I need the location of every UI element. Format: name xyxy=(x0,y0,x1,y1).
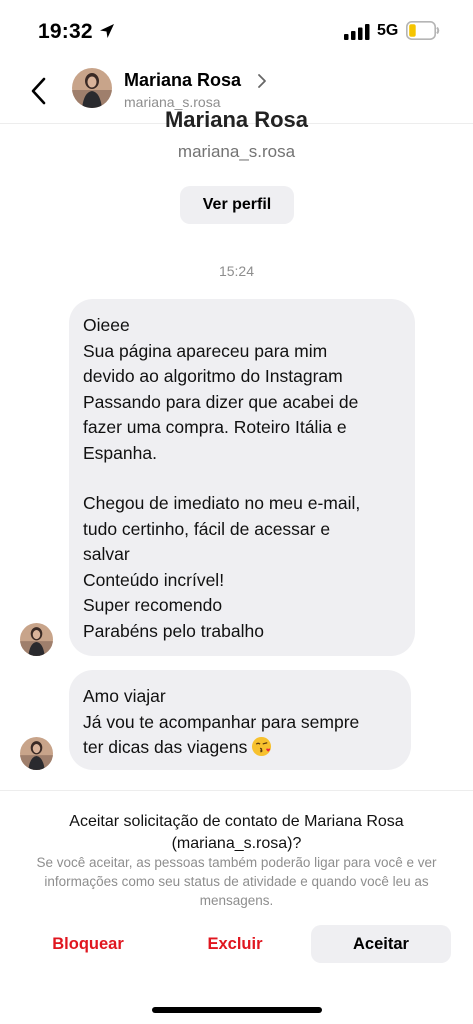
profile-name: Mariana Rosa xyxy=(164,107,309,129)
message-bubble[interactable]: Amo viajar Já vou te acompanhar para sem… xyxy=(69,670,411,770)
contact-name[interactable]: Mariana Rosa xyxy=(124,70,241,91)
profile-photo-icon xyxy=(72,68,112,108)
network-type: 5G xyxy=(377,22,399,39)
cellular-signal-icon xyxy=(344,24,370,40)
profile-username: mariana_s.rosa xyxy=(177,142,296,161)
battery-icon xyxy=(406,21,440,40)
request-title: Aceitar solicitação de contato de Marian… xyxy=(69,813,404,852)
message-line: ter dicas das viagens xyxy=(83,735,397,761)
message-line: devido ao algoritmo do Instagram xyxy=(83,366,343,386)
block-button[interactable]: Bloquear xyxy=(28,925,148,963)
message-line: Parabéns pelo trabalho xyxy=(83,620,264,641)
message-line: fazer uma compra. Roteiro Itália e xyxy=(83,417,347,437)
profile-photo-icon xyxy=(20,737,53,770)
request-description: Se você aceitar, as pessoas também poder… xyxy=(36,855,437,908)
message-line: Amo viajar xyxy=(83,686,166,706)
chevron-right-icon[interactable] xyxy=(256,73,268,89)
message-line: Sua página apareceu para mim xyxy=(83,340,328,361)
avatar[interactable] xyxy=(72,68,112,108)
status-bar: 19:32 5G xyxy=(0,0,473,62)
message-line: Oieee xyxy=(83,315,130,335)
message-line: salvar xyxy=(83,544,130,564)
message-line: Super recomendo xyxy=(83,595,223,615)
status-time: 19:32 xyxy=(38,20,93,43)
location-arrow-icon xyxy=(100,24,114,38)
back-arrow-icon[interactable] xyxy=(26,74,54,108)
sender-avatar[interactable] xyxy=(20,737,53,770)
profile-photo-icon xyxy=(20,623,53,656)
profile-name-clipped: Mariana Rosa xyxy=(0,106,473,129)
accept-button[interactable]: Aceitar xyxy=(311,925,451,963)
message-line: Já vou te acompanhar para sempre xyxy=(83,711,360,732)
message-timestamp: 15:24 xyxy=(218,263,255,279)
home-indicator[interactable] xyxy=(152,1007,322,1013)
kissing-face-emoji-icon xyxy=(252,736,272,757)
sender-avatar[interactable] xyxy=(20,623,53,656)
message-line: tudo certinho, fácil de acessar e xyxy=(83,518,331,539)
message-request-panel: Aceitar solicitação de contato de Marian… xyxy=(0,790,473,1024)
message-bubble[interactable]: Oieee Sua página apareceu para mim devid… xyxy=(69,299,415,656)
message-line: Espanha. xyxy=(83,442,157,463)
message-line: Conteúdo incrível! xyxy=(83,569,225,590)
message-line: Chegou de imediato no meu e-mail, xyxy=(83,493,361,513)
message-text: ter dicas das viagens xyxy=(83,737,248,757)
view-profile-button[interactable]: Ver perfil xyxy=(180,186,294,224)
delete-button[interactable]: Excluir xyxy=(175,925,295,963)
message-line: Passando para dizer que acabei de xyxy=(83,391,359,412)
